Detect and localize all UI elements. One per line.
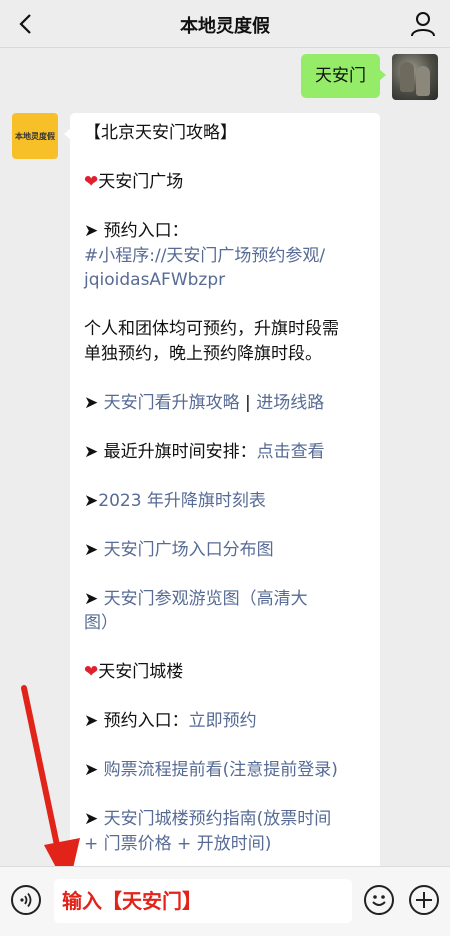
- plus-icon: [416, 892, 432, 908]
- square-reserve-link[interactable]: #小程序://天安门广场预约参观/jqioidasAFWbzpr: [84, 244, 368, 293]
- chat-title: 本地灵度假: [180, 16, 270, 37]
- chat-header: 本地灵度假: [0, 0, 450, 48]
- flag-schedule-line: ➤ 最近升旗时间安排：点击查看: [84, 441, 325, 462]
- voice-button[interactable]: [11, 885, 41, 915]
- bot-message-row: 本地灵度假 【北京天安门攻略】 ❤天安门广场 ➤ 预约入口： #小程序://天安…: [12, 113, 380, 866]
- more-button[interactable]: [409, 885, 439, 915]
- heart-icon: ❤: [84, 662, 99, 682]
- my-message-bubble[interactable]: 天安门: [301, 54, 386, 98]
- voice-icon: [20, 892, 32, 908]
- reserve-now-link[interactable]: 立即预约: [189, 711, 257, 731]
- section-heading-gate-tower: ❤天安门城楼: [84, 662, 184, 682]
- emoji-icon: [372, 895, 386, 906]
- chat-area[interactable]: 天安门 本地灵度假 【北京天安门攻略】 ❤天安门广场 ➤ 预约入口： #小程序:…: [0, 48, 450, 866]
- tower-reserve-line: ➤ 预约入口：立即预约: [84, 711, 257, 731]
- square-reserve-label: ➤ 预约入口：: [84, 221, 189, 241]
- bot-message-bubble[interactable]: 【北京天安门攻略】 ❤天安门广场 ➤ 预约入口： #小程序://天安门广场预约参…: [64, 113, 380, 866]
- square-description: 个人和团体均可预约，升旗时段需 单独预约，晚上预约降旗时段。: [84, 319, 339, 364]
- input-bar: 输入【天安门】: [0, 866, 450, 936]
- entrance-map-line: ➤ 天安门广场入口分布图: [84, 539, 274, 560]
- ticket-flow-link[interactable]: 购票流程提前看(注意提前登录): [104, 760, 338, 780]
- tour-map-line: ➤ 天安门参观游览图（高清大 图）: [84, 588, 308, 634]
- section-heading-square: ❤天安门广场: [84, 172, 184, 192]
- view-schedule-link[interactable]: 点击查看: [257, 442, 325, 462]
- bot-avatar[interactable]: 本地灵度假: [12, 113, 58, 159]
- timetable-line: ➤2023 年升降旗时刻表: [84, 490, 266, 511]
- ticket-flow-line: ➤ 购票流程提前看(注意提前登录): [84, 760, 338, 780]
- message-input[interactable]: 输入【天安门】: [54, 879, 352, 923]
- tower-guide-link[interactable]: 天安门城楼预约指南(放票时间 + 门票价格 + 开放时间): [84, 809, 331, 854]
- my-avatar[interactable]: [392, 54, 438, 100]
- emoji-button[interactable]: [364, 885, 394, 915]
- chat-info-button[interactable]: [408, 9, 438, 39]
- message-title: 【北京天安门攻略】: [84, 123, 237, 143]
- entrance-map-link[interactable]: 天安门广场入口分布图: [104, 540, 274, 560]
- my-message-row: 天安门: [301, 54, 438, 100]
- heart-icon: ❤: [84, 172, 99, 192]
- tower-guide-line: ➤ 天安门城楼预约指南(放票时间 + 门票价格 + 开放时间): [84, 809, 332, 854]
- timetable-link[interactable]: 2023 年升降旗时刻表: [98, 491, 266, 511]
- flag-line: ➤ 天安门看升旗攻略 | 进场线路: [84, 392, 325, 413]
- flag-strategy-link[interactable]: 天安门看升旗攻略: [104, 393, 240, 413]
- person-icon: [411, 12, 435, 37]
- entry-route-link[interactable]: 进场线路: [256, 393, 324, 413]
- tour-map-link[interactable]: 天安门参观游览图（高清大 图）: [84, 589, 308, 634]
